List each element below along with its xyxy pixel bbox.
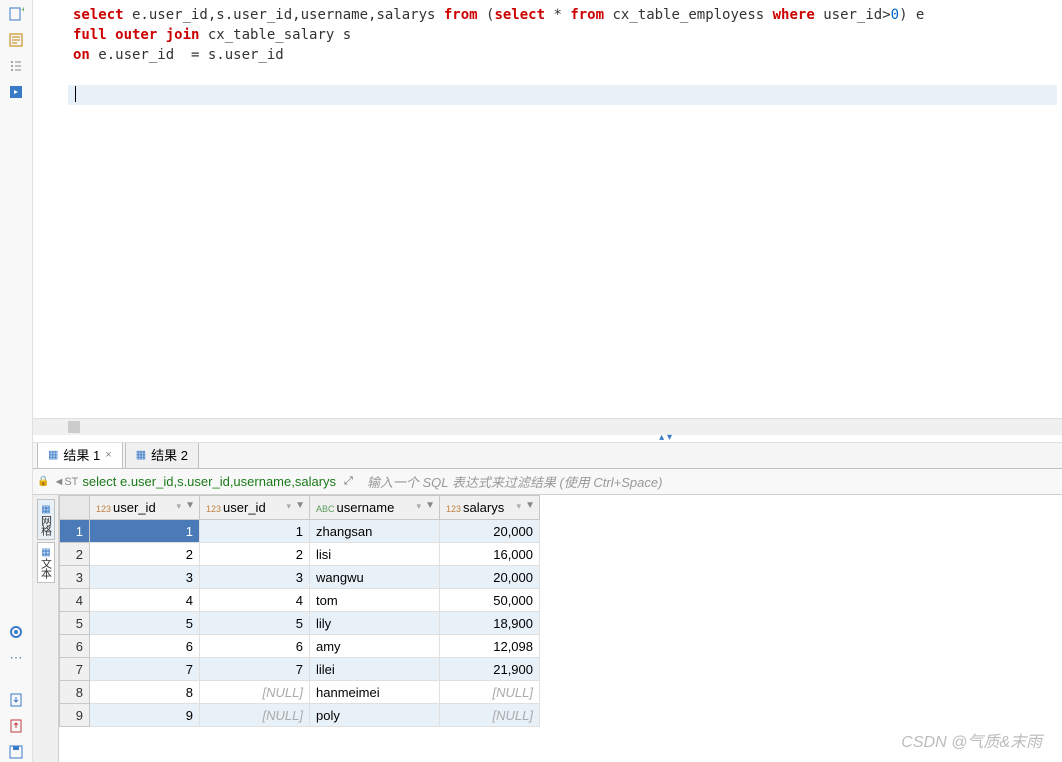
svg-text:+: + xyxy=(21,6,24,14)
row-number[interactable]: 7 xyxy=(60,658,90,681)
table-row[interactable]: 88[NULL]hanmeimei[NULL] xyxy=(60,681,540,704)
cell-user-id-1[interactable]: 7 xyxy=(90,658,200,681)
column-header-salarys[interactable]: 123salarys▾▼ xyxy=(440,496,540,520)
query-info-bar: 🔒 ◄SТ select e.user_id,s.user_id,usernam… xyxy=(33,469,1062,495)
cell-user-id-1[interactable]: 5 xyxy=(90,612,200,635)
row-number[interactable]: 3 xyxy=(60,566,90,589)
cell-username[interactable]: hanmeimei xyxy=(310,681,440,704)
more-icon[interactable]: ⋯ xyxy=(6,648,26,668)
table-row[interactable]: 777lilei21,900 xyxy=(60,658,540,681)
cell-salarys[interactable]: 20,000 xyxy=(440,566,540,589)
column-header-username[interactable]: ABCusername▾▼ xyxy=(310,496,440,520)
new-sql-icon[interactable]: + xyxy=(6,4,26,24)
cell-user-id-1[interactable]: 3 xyxy=(90,566,200,589)
table-row[interactable]: 444tom50,000 xyxy=(60,589,540,612)
cell-username[interactable]: zhangsan xyxy=(310,520,440,543)
cell-username[interactable]: lisi xyxy=(310,543,440,566)
cell-user-id-2[interactable]: 2 xyxy=(200,543,310,566)
lock-icon: 🔒 xyxy=(37,476,49,487)
row-number[interactable]: 1 xyxy=(60,520,90,543)
filter-input[interactable]: 输入一个 SQL 表达式来过滤结果 (使用 Ctrl+Space) xyxy=(367,472,663,491)
cell-salarys[interactable]: 16,000 xyxy=(440,543,540,566)
column-header-user-id-1[interactable]: 123user_id▾▼ xyxy=(90,496,200,520)
cell-username[interactable]: poly xyxy=(310,704,440,727)
cell-user-id-1[interactable]: 4 xyxy=(90,589,200,612)
editor-hscrollbar[interactable] xyxy=(33,418,1062,435)
row-number[interactable]: 9 xyxy=(60,704,90,727)
cell-user-id-2[interactable]: 5 xyxy=(200,612,310,635)
tab-label: 结果 1 xyxy=(63,445,100,464)
table-row[interactable]: 666amy12,098 xyxy=(60,635,540,658)
cell-user-id-2[interactable]: 3 xyxy=(200,566,310,589)
cell-username[interactable]: amy xyxy=(310,635,440,658)
current-line-highlight xyxy=(68,85,1057,105)
cell-salarys[interactable]: 12,098 xyxy=(440,635,540,658)
cell-salarys[interactable]: [NULL] xyxy=(440,681,540,704)
result-grid[interactable]: 123user_id▾▼ 123user_id▾▼ ABCusername▾▼ … xyxy=(59,495,1062,762)
cell-user-id-2[interactable]: [NULL] xyxy=(200,681,310,704)
cell-salarys[interactable]: 20,000 xyxy=(440,520,540,543)
cell-user-id-2[interactable]: 1 xyxy=(200,520,310,543)
cell-user-id-1[interactable]: 9 xyxy=(90,704,200,727)
filter-icon[interactable]: ▼ xyxy=(185,500,195,511)
row-number-header[interactable] xyxy=(60,496,90,520)
grid-icon: ▦ xyxy=(136,448,146,461)
panel-icon[interactable] xyxy=(6,82,26,102)
cell-user-id-1[interactable]: 6 xyxy=(90,635,200,658)
cell-salarys[interactable]: 18,900 xyxy=(440,612,540,635)
cell-user-id-1[interactable]: 8 xyxy=(90,681,200,704)
cell-user-id-2[interactable]: 6 xyxy=(200,635,310,658)
collapse-arrows-icon[interactable]: ▴ ▾ xyxy=(659,432,672,443)
cell-salarys[interactable]: [NULL] xyxy=(440,704,540,727)
save-icon[interactable] xyxy=(6,742,26,762)
table-row[interactable]: 333wangwu20,000 xyxy=(60,566,540,589)
cell-user-id-2[interactable]: [NULL] xyxy=(200,704,310,727)
row-number[interactable]: 5 xyxy=(60,612,90,635)
query-marker-icon: ◄SТ xyxy=(53,476,78,488)
import-icon[interactable] xyxy=(6,716,26,736)
cell-username[interactable]: lily xyxy=(310,612,440,635)
sql-code[interactable]: select e.user_id,s.user_id,username,sala… xyxy=(33,0,1062,65)
sql-editor[interactable]: select e.user_id,s.user_id,username,sala… xyxy=(33,0,1062,418)
export-icon[interactable] xyxy=(6,690,26,710)
left-toolbar: + ⋯ xyxy=(0,0,33,762)
table-row[interactable]: 222lisi16,000 xyxy=(60,543,540,566)
row-number[interactable]: 6 xyxy=(60,635,90,658)
cell-salarys[interactable]: 50,000 xyxy=(440,589,540,612)
cell-salarys[interactable]: 21,900 xyxy=(440,658,540,681)
row-number[interactable]: 2 xyxy=(60,543,90,566)
result-tabs: ▦ 结果 1 × ▦ 结果 2 xyxy=(33,443,1062,469)
filter-icon[interactable]: ▼ xyxy=(425,500,435,511)
outline-icon[interactable] xyxy=(6,56,26,76)
cell-user-id-1[interactable]: 1 xyxy=(90,520,200,543)
table-row[interactable]: 111zhangsan20,000 xyxy=(60,520,540,543)
view-grid-tab[interactable]: ▦网格 xyxy=(37,499,55,540)
cell-username[interactable]: tom xyxy=(310,589,440,612)
tab-result-2[interactable]: ▦ 结果 2 xyxy=(125,440,199,468)
close-icon[interactable]: × xyxy=(105,449,111,461)
script-icon[interactable] xyxy=(6,30,26,50)
settings-icon[interactable] xyxy=(6,622,26,642)
tab-result-1[interactable]: ▦ 结果 1 × xyxy=(37,440,123,468)
filter-icon[interactable]: ▼ xyxy=(525,500,535,511)
row-number[interactable]: 4 xyxy=(60,589,90,612)
row-number[interactable]: 8 xyxy=(60,681,90,704)
result-view-tabs: ▦网格 ▦文本 xyxy=(33,495,59,762)
text-cursor xyxy=(75,86,76,102)
table-row[interactable]: 555lily18,900 xyxy=(60,612,540,635)
grid-icon: ▦ xyxy=(48,448,58,461)
cell-user-id-2[interactable]: 7 xyxy=(200,658,310,681)
cell-user-id-1[interactable]: 2 xyxy=(90,543,200,566)
expand-icon[interactable]: ⤢ xyxy=(344,475,353,488)
column-header-user-id-2[interactable]: 123user_id▾▼ xyxy=(200,496,310,520)
cell-username[interactable]: wangwu xyxy=(310,566,440,589)
filter-icon[interactable]: ▼ xyxy=(295,500,305,511)
query-sql-text: select e.user_id,s.user_id,username,sala… xyxy=(82,474,336,489)
tab-label: 结果 2 xyxy=(151,445,188,464)
cell-username[interactable]: lilei xyxy=(310,658,440,681)
table-row[interactable]: 99[NULL]poly[NULL] xyxy=(60,704,540,727)
cell-user-id-2[interactable]: 4 xyxy=(200,589,310,612)
view-text-tab[interactable]: ▦文本 xyxy=(37,542,55,583)
split-divider[interactable]: ▴ ▾ xyxy=(33,435,1062,443)
